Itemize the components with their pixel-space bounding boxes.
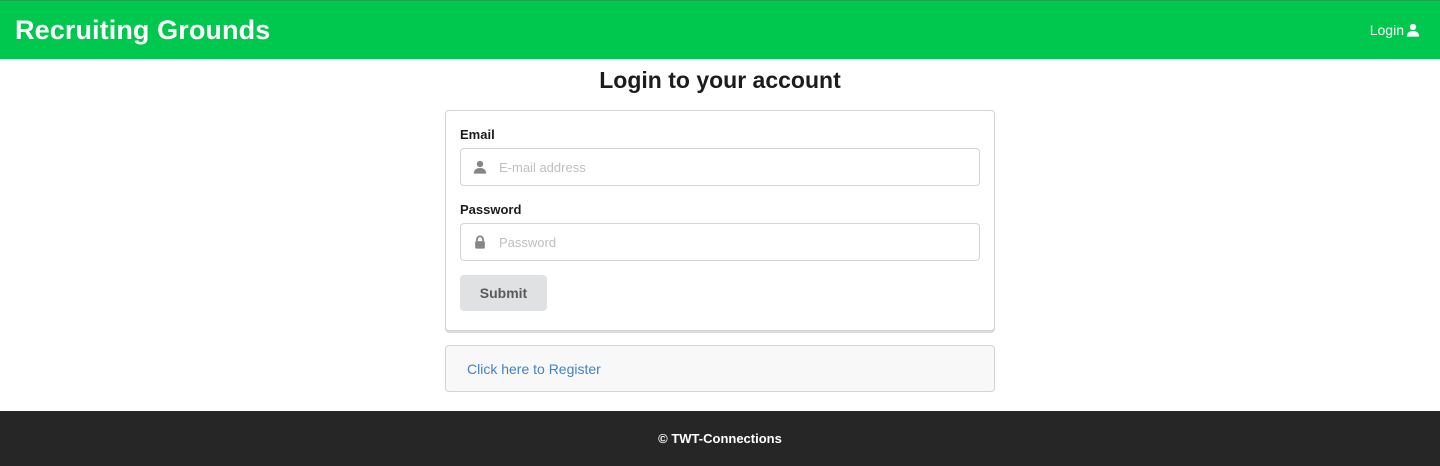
password-field-wrapper: [460, 223, 980, 261]
nav-login-link[interactable]: Login: [1370, 22, 1420, 38]
top-navbar: Recruiting Grounds Login: [0, 0, 1440, 59]
user-icon: [461, 149, 499, 185]
email-field-wrapper: [460, 148, 980, 186]
password-label: Password: [460, 202, 522, 217]
page-footer: © TWT-Connections: [0, 411, 1440, 466]
footer-copyright: © TWT-Connections: [658, 431, 782, 446]
page-title: Login to your account: [599, 67, 841, 93]
lock-icon: [461, 224, 499, 260]
brand-title[interactable]: Recruiting Grounds: [15, 15, 270, 46]
email-label: Email: [460, 127, 495, 142]
email-input[interactable]: [499, 149, 969, 185]
login-form-card: Email Password Submit: [445, 110, 995, 331]
submit-button[interactable]: Submit: [460, 275, 547, 311]
register-message-box: Click here to Register: [445, 345, 995, 392]
password-input[interactable]: [499, 224, 969, 260]
user-icon: [1406, 23, 1420, 37]
nav-login-label: Login: [1369, 22, 1404, 38]
register-link[interactable]: Click here to Register: [467, 361, 601, 377]
